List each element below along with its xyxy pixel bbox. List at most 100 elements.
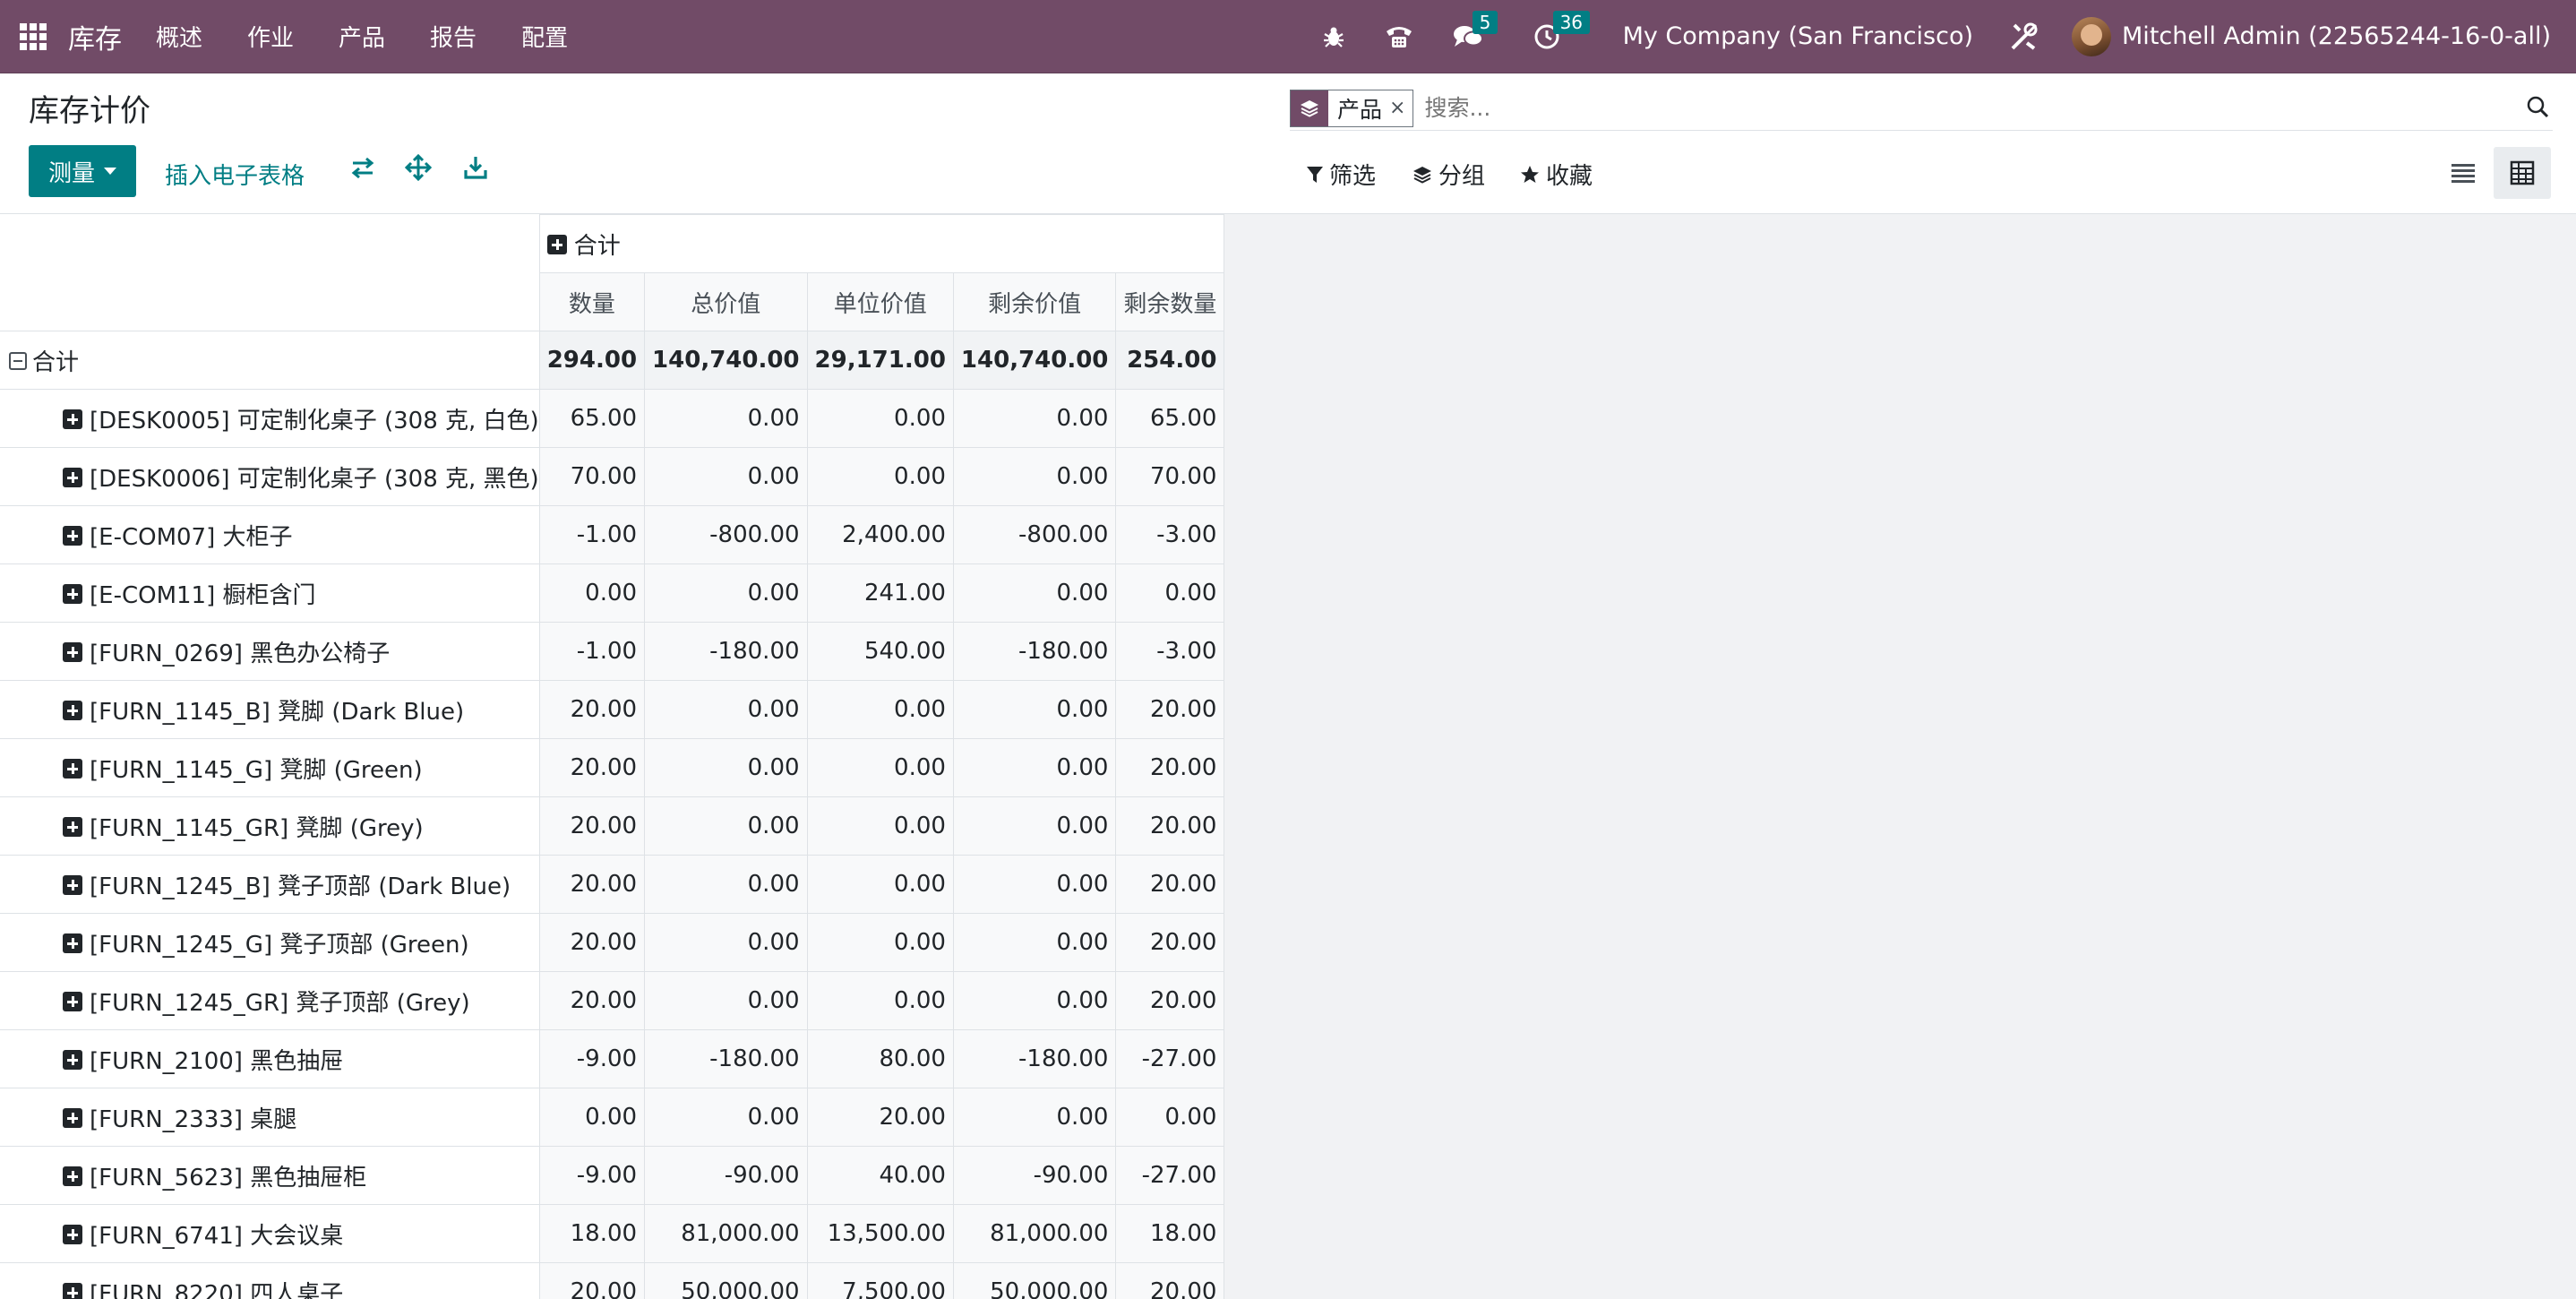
row-header-product[interactable]: [FURN_2333] 桌腿 xyxy=(0,1088,540,1147)
menu-item-operations[interactable]: 作业 xyxy=(247,20,294,53)
value-cell[interactable]: 0.00 xyxy=(644,796,808,856)
menu-item-products[interactable]: 产品 xyxy=(339,20,385,53)
value-cell[interactable]: 20.00 xyxy=(538,913,646,972)
value-cell[interactable]: 20.00 xyxy=(806,1088,954,1147)
value-cell[interactable]: 81,000.00 xyxy=(644,1204,808,1263)
value-cell[interactable]: 0.00 xyxy=(644,563,808,623)
value-cell[interactable]: 0.00 xyxy=(806,447,954,506)
search-input[interactable] xyxy=(1424,95,2526,121)
row-header-product[interactable]: [FURN_5623] 黑色抽屉柜 xyxy=(0,1146,540,1205)
value-cell[interactable]: 0.00 xyxy=(952,447,1117,506)
value-cell[interactable]: 0.00 xyxy=(952,855,1117,914)
value-cell[interactable]: -180.00 xyxy=(644,1029,808,1088)
value-cell[interactable]: 20.00 xyxy=(1115,913,1225,972)
menu-item-configuration[interactable]: 配置 xyxy=(521,20,568,53)
value-cell[interactable]: 0.00 xyxy=(644,855,808,914)
value-cell[interactable]: 0.00 xyxy=(644,971,808,1030)
value-cell[interactable]: 50,000.00 xyxy=(952,1262,1117,1299)
value-cell[interactable]: 0.00 xyxy=(806,855,954,914)
row-header-product[interactable]: [FURN_1245_GR] 凳子顶部 (Grey) xyxy=(0,971,540,1030)
total-cell[interactable]: 140,740.00 xyxy=(952,331,1117,390)
measure-header[interactable]: 单位价值 xyxy=(806,272,954,331)
value-cell[interactable]: 70.00 xyxy=(538,447,646,506)
phone-icon[interactable] xyxy=(1385,24,1413,49)
value-cell[interactable]: 0.00 xyxy=(806,971,954,1030)
value-cell[interactable]: 0.00 xyxy=(806,680,954,739)
value-cell[interactable]: -180.00 xyxy=(952,622,1117,681)
value-cell[interactable]: 0.00 xyxy=(952,680,1117,739)
value-cell[interactable]: 0.00 xyxy=(644,680,808,739)
value-cell[interactable]: 80.00 xyxy=(806,1029,954,1088)
value-cell[interactable]: 65.00 xyxy=(1115,389,1225,448)
row-header-product[interactable]: [E-COM11] 橱柜含门 xyxy=(0,563,540,623)
value-cell[interactable]: 0.00 xyxy=(952,971,1117,1030)
pivot-view-button[interactable] xyxy=(2494,147,2551,199)
debug-bug-icon[interactable] xyxy=(1322,25,1345,48)
facet-close-icon[interactable]: × xyxy=(1389,90,1413,126)
value-cell[interactable]: 65.00 xyxy=(538,389,646,448)
measures-button[interactable]: 测量 xyxy=(29,145,136,197)
row-header-product[interactable]: [E-COM07] 大柜子 xyxy=(0,505,540,564)
value-cell[interactable]: 0.00 xyxy=(806,389,954,448)
value-cell[interactable]: -180.00 xyxy=(644,622,808,681)
value-cell[interactable]: 0.00 xyxy=(952,1088,1117,1147)
value-cell[interactable]: 20.00 xyxy=(538,855,646,914)
row-header-product[interactable]: [FURN_6741] 大会议桌 xyxy=(0,1204,540,1263)
value-cell[interactable]: 0.00 xyxy=(644,447,808,506)
value-cell[interactable]: 0.00 xyxy=(806,738,954,797)
app-brand[interactable]: 库存 xyxy=(68,17,122,56)
download-icon[interactable] xyxy=(462,154,489,185)
value-cell[interactable]: 0.00 xyxy=(538,1088,646,1147)
search-facet[interactable]: 产品 × xyxy=(1290,89,1414,127)
value-cell[interactable]: 18.00 xyxy=(538,1204,646,1263)
value-cell[interactable]: 20.00 xyxy=(538,971,646,1030)
value-cell[interactable]: 2,400.00 xyxy=(806,505,954,564)
total-cell[interactable]: 29,171.00 xyxy=(806,331,954,390)
favorites-button[interactable]: 收藏 xyxy=(1519,158,1593,191)
value-cell[interactable]: 0.00 xyxy=(644,738,808,797)
value-cell[interactable]: -180.00 xyxy=(952,1029,1117,1088)
value-cell[interactable]: 540.00 xyxy=(806,622,954,681)
value-cell[interactable]: -800.00 xyxy=(952,505,1117,564)
value-cell[interactable]: 20.00 xyxy=(538,738,646,797)
value-cell[interactable]: 0.00 xyxy=(952,738,1117,797)
value-cell[interactable]: 18.00 xyxy=(1115,1204,1225,1263)
filter-button[interactable]: 筛选 xyxy=(1306,158,1376,191)
value-cell[interactable]: 0.00 xyxy=(806,913,954,972)
activities-clock-icon[interactable]: 36 xyxy=(1533,10,1591,50)
row-header-product[interactable]: [FURN_2100] 黑色抽屉 xyxy=(0,1029,540,1088)
value-cell[interactable]: 0.00 xyxy=(1115,563,1225,623)
value-cell[interactable]: 20.00 xyxy=(1115,1262,1225,1299)
list-view-button[interactable] xyxy=(2434,147,2492,199)
value-cell[interactable]: -1.00 xyxy=(538,622,646,681)
value-cell[interactable]: 0.00 xyxy=(644,913,808,972)
value-cell[interactable]: -1.00 xyxy=(538,505,646,564)
value-cell[interactable]: -9.00 xyxy=(538,1146,646,1205)
value-cell[interactable]: 0.00 xyxy=(952,563,1117,623)
company-switcher[interactable]: My Company (San Francisco) xyxy=(1623,22,1973,50)
menu-item-reporting[interactable]: 报告 xyxy=(430,20,477,53)
value-cell[interactable]: -27.00 xyxy=(1115,1029,1225,1088)
value-cell[interactable]: -27.00 xyxy=(1115,1146,1225,1205)
value-cell[interactable]: -3.00 xyxy=(1115,622,1225,681)
flip-axis-icon[interactable] xyxy=(349,154,376,185)
value-cell[interactable]: -90.00 xyxy=(952,1146,1117,1205)
value-cell[interactable]: 0.00 xyxy=(806,796,954,856)
value-cell[interactable]: 81,000.00 xyxy=(952,1204,1117,1263)
total-cell[interactable]: 140,740.00 xyxy=(644,331,808,390)
value-cell[interactable]: 20.00 xyxy=(538,1262,646,1299)
insert-spreadsheet-button[interactable]: 插入电子表格 xyxy=(165,158,305,191)
measure-header[interactable]: 剩余数量 xyxy=(1115,272,1225,331)
value-cell[interactable]: -800.00 xyxy=(644,505,808,564)
apps-menu-icon[interactable] xyxy=(20,22,47,50)
value-cell[interactable]: -9.00 xyxy=(538,1029,646,1088)
row-header-product[interactable]: [FURN_1145_B] 凳脚 (Dark Blue) xyxy=(0,680,540,739)
row-header-product[interactable]: [FURN_8220] 四人桌子 xyxy=(0,1262,540,1299)
value-cell[interactable]: 20.00 xyxy=(1115,971,1225,1030)
value-cell[interactable]: 20.00 xyxy=(1115,855,1225,914)
value-cell[interactable]: 70.00 xyxy=(1115,447,1225,506)
value-cell[interactable]: 0.00 xyxy=(538,563,646,623)
row-header-product[interactable]: [FURN_1245_G] 凳子顶部 (Green) xyxy=(0,913,540,972)
value-cell[interactable]: 20.00 xyxy=(538,796,646,856)
value-cell[interactable]: 50,000.00 xyxy=(644,1262,808,1299)
